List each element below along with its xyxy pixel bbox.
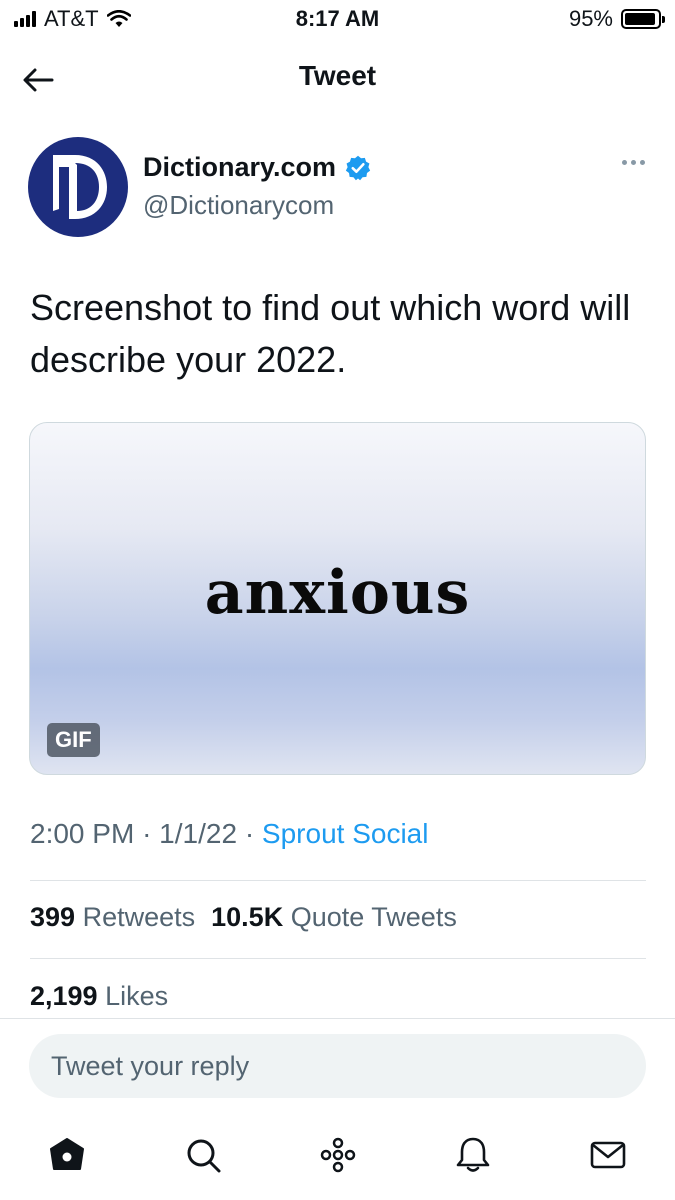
verified-badge-icon bbox=[345, 155, 371, 180]
tweet-meta: 2:00 PM · 1/1/22 · Sprout Social bbox=[30, 818, 428, 850]
tweet-date: 1/1/22 bbox=[159, 818, 238, 849]
likes-count: 2,199 bbox=[30, 981, 98, 1011]
status-bar: AT&T 8:17 AM 95% bbox=[0, 0, 675, 40]
retweets-count: 399 bbox=[30, 902, 76, 932]
page-title: Tweet bbox=[298, 60, 377, 91]
battery-percent: 95% bbox=[568, 6, 613, 31]
retweets-stat[interactable]: 399 Retweets bbox=[30, 902, 195, 933]
quote-tweets-count: 10.5K bbox=[211, 902, 284, 932]
author-name[interactable]: Dictionary.com bbox=[143, 152, 336, 183]
dictionary-logo-icon bbox=[53, 155, 107, 219]
battery-fill bbox=[625, 13, 656, 25]
meta-separator: · bbox=[244, 818, 255, 849]
reply-divider bbox=[0, 1018, 675, 1019]
reply-input[interactable] bbox=[29, 1034, 646, 1098]
author-name-row[interactable]: Dictionary.com bbox=[143, 152, 372, 183]
engagement-stats: 399 Retweets 10.5K Quote Tweets bbox=[30, 902, 457, 933]
retweets-label: Retweets bbox=[82, 902, 196, 932]
tab-bar bbox=[0, 1120, 675, 1190]
tab-search[interactable] bbox=[178, 1130, 228, 1180]
mail-icon bbox=[590, 1141, 626, 1169]
quote-tweets-label: Quote Tweets bbox=[290, 902, 457, 932]
search-icon bbox=[187, 1139, 221, 1173]
bell-icon bbox=[456, 1137, 490, 1172]
divider bbox=[30, 880, 646, 881]
tab-messages[interactable] bbox=[583, 1130, 633, 1180]
divider bbox=[30, 958, 646, 959]
home-icon bbox=[50, 1138, 84, 1170]
likes-stats: 2,199 Likes bbox=[30, 981, 168, 1012]
battery-icon bbox=[621, 9, 665, 29]
author-handle[interactable]: @Dictionarycom bbox=[143, 190, 334, 221]
status-right: 95% bbox=[568, 6, 665, 32]
gif-badge: GIF bbox=[47, 723, 100, 757]
tweet-text: Screenshot to find out which word will d… bbox=[30, 287, 631, 380]
tab-spaces[interactable] bbox=[313, 1130, 363, 1180]
tweet-time: 2:00 PM bbox=[30, 818, 135, 849]
tab-notifications[interactable] bbox=[448, 1130, 498, 1180]
quote-tweets-stat[interactable]: 10.5K Quote Tweets bbox=[211, 902, 457, 933]
more-options-icon[interactable] bbox=[622, 160, 645, 165]
gif-word: anxious bbox=[204, 558, 471, 628]
tab-home[interactable] bbox=[42, 1130, 92, 1180]
likes-stat[interactable]: 2,199 Likes bbox=[30, 981, 168, 1012]
spaces-icon bbox=[320, 1137, 356, 1173]
meta-separator: · bbox=[142, 818, 152, 849]
tweet-media-gif[interactable]: anxious GIF bbox=[29, 422, 646, 775]
likes-label: Likes bbox=[105, 981, 169, 1011]
tweet-source-link[interactable]: Sprout Social bbox=[262, 818, 429, 849]
avatar[interactable] bbox=[28, 137, 128, 237]
nav-header: Tweet bbox=[0, 50, 675, 106]
